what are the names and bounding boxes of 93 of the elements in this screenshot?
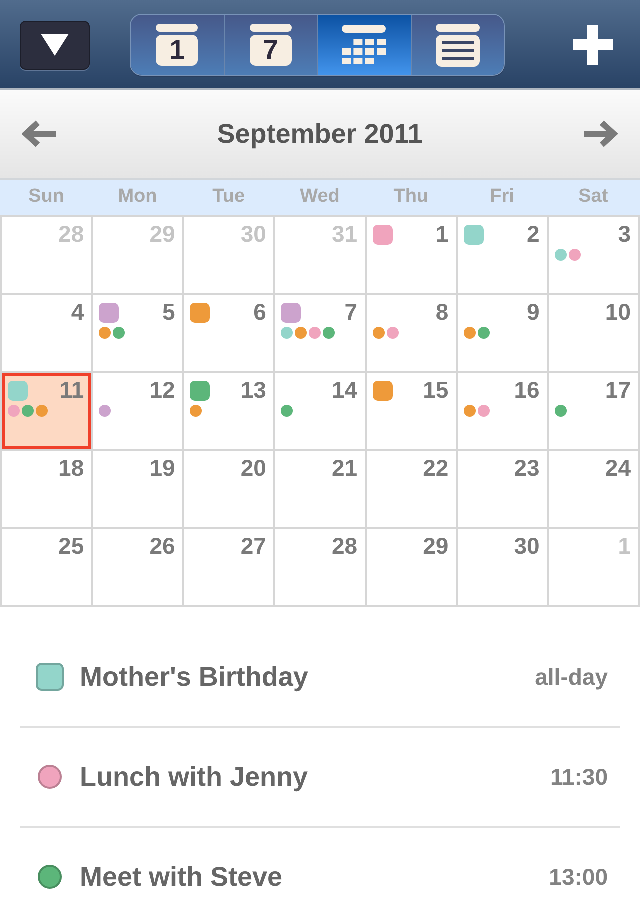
weekday-label: Thu — [392, 185, 430, 210]
day-cell[interactable]: 14 — [275, 373, 365, 449]
day-number: 1 — [436, 223, 449, 245]
left-arrow-icon — [22, 120, 58, 148]
day-number: 6 — [254, 301, 266, 323]
view-tab[interactable] — [317, 15, 410, 75]
list-icon — [436, 24, 480, 66]
day-number: 7 — [344, 301, 358, 323]
day-cell[interactable]: 3 — [548, 217, 638, 293]
day-cell[interactable]: 26 — [93, 529, 182, 605]
day-cell[interactable]: 5 — [93, 295, 182, 371]
view-tab[interactable]: 7 — [224, 15, 317, 75]
calendar-grid-icon — [342, 25, 386, 65]
day-cell[interactable]: 30 — [458, 529, 547, 605]
day-cell[interactable]: 10 — [548, 295, 638, 371]
day-cell[interactable]: 28 — [275, 529, 365, 605]
day-number: 13 — [240, 379, 266, 401]
event-title: Meet with Steve — [80, 860, 283, 894]
caret-down-icon — [41, 34, 69, 56]
day-cell[interactable]: 13 — [184, 373, 274, 449]
day-number: 9 — [527, 301, 540, 323]
day-number: 28 — [332, 535, 358, 557]
day-number: 29 — [150, 223, 176, 245]
plus-icon — [573, 25, 613, 65]
day-number: 8 — [436, 301, 449, 323]
day-number: 27 — [240, 535, 266, 557]
event-time: 13:00 — [549, 862, 608, 892]
day-cell[interactable]: 7 — [275, 295, 365, 371]
day-number: 26 — [150, 535, 176, 557]
day-number: 22 — [423, 457, 449, 479]
weekday-label: Fri — [489, 185, 516, 210]
day-cell[interactable]: 29 — [366, 529, 456, 605]
day-number: 18 — [58, 457, 84, 479]
day-number: 31 — [332, 223, 358, 245]
day-cell[interactable]: 1 — [366, 217, 456, 293]
day-cell[interactable]: 15 — [366, 373, 456, 449]
day-number: 1 — [618, 535, 631, 557]
day-cell[interactable]: 23 — [458, 451, 547, 527]
day-cell[interactable]: 25 — [2, 529, 92, 605]
day-cell[interactable]: 8 — [366, 295, 456, 371]
day-number: 20 — [240, 457, 266, 479]
day-number: 16 — [514, 379, 540, 401]
day-number: 5 — [162, 301, 176, 323]
day-cell[interactable]: 4 — [2, 295, 92, 371]
next-month-button[interactable] — [582, 120, 618, 148]
day-cell[interactable]: 11 — [2, 373, 92, 449]
event-time: 11:30 — [550, 762, 608, 792]
view-tab[interactable]: 1 — [131, 15, 224, 75]
weekday-label: Mon — [117, 185, 158, 210]
day-number: 24 — [605, 457, 631, 479]
day-cell[interactable]: 24 — [548, 451, 638, 527]
day-number: 15 — [423, 379, 449, 401]
day-number: 2 — [527, 223, 540, 245]
day-number: 23 — [514, 457, 540, 479]
weekday-label: Sat — [578, 185, 610, 210]
dropdown-button[interactable] — [20, 20, 90, 70]
day-number: 25 — [58, 535, 84, 557]
day-number: 3 — [618, 223, 631, 245]
day-cell[interactable]: 27 — [184, 529, 274, 605]
month-title: September 2011 — [217, 118, 423, 151]
day-number: 21 — [332, 457, 358, 479]
day-cell[interactable]: 2 — [458, 217, 547, 293]
day-cell[interactable]: 12 — [93, 373, 182, 449]
view-tab[interactable] — [410, 15, 504, 75]
day-cell[interactable]: 6 — [184, 295, 274, 371]
weekday-label: Wed — [299, 185, 341, 210]
day-number: 17 — [605, 379, 631, 401]
event-time: all-day — [535, 662, 608, 692]
day-number: 19 — [150, 457, 176, 479]
day-number: 12 — [150, 379, 176, 401]
day-number: 10 — [605, 301, 631, 323]
event-title: Lunch with Jenny — [80, 760, 308, 794]
day-number: 11 — [60, 379, 84, 401]
day-cell[interactable]: 17 — [548, 373, 638, 449]
day-cell[interactable]: 22 — [366, 451, 456, 527]
day-cell[interactable]: 9 — [458, 295, 547, 371]
day-number: 28 — [58, 223, 84, 245]
day-number: 14 — [332, 379, 358, 401]
day-number: 30 — [514, 535, 540, 557]
add-button[interactable] — [573, 25, 613, 65]
weekday-label: Tue — [212, 185, 246, 210]
day-cell[interactable]: 20 — [184, 451, 274, 527]
day-cell[interactable]: 16 — [458, 373, 547, 449]
day-number: 30 — [240, 223, 266, 245]
day-cell[interactable]: 21 — [275, 451, 365, 527]
day-cell[interactable]: 19 — [93, 451, 182, 527]
previous-month-button[interactable] — [22, 120, 58, 148]
right-arrow-icon — [582, 120, 618, 148]
day-number: 4 — [71, 301, 84, 323]
day-number: 29 — [423, 535, 449, 557]
day-cell[interactable]: 18 — [2, 451, 92, 527]
weekday-label: Sun — [28, 185, 66, 210]
event-title: Mother's Birthday — [80, 660, 308, 694]
